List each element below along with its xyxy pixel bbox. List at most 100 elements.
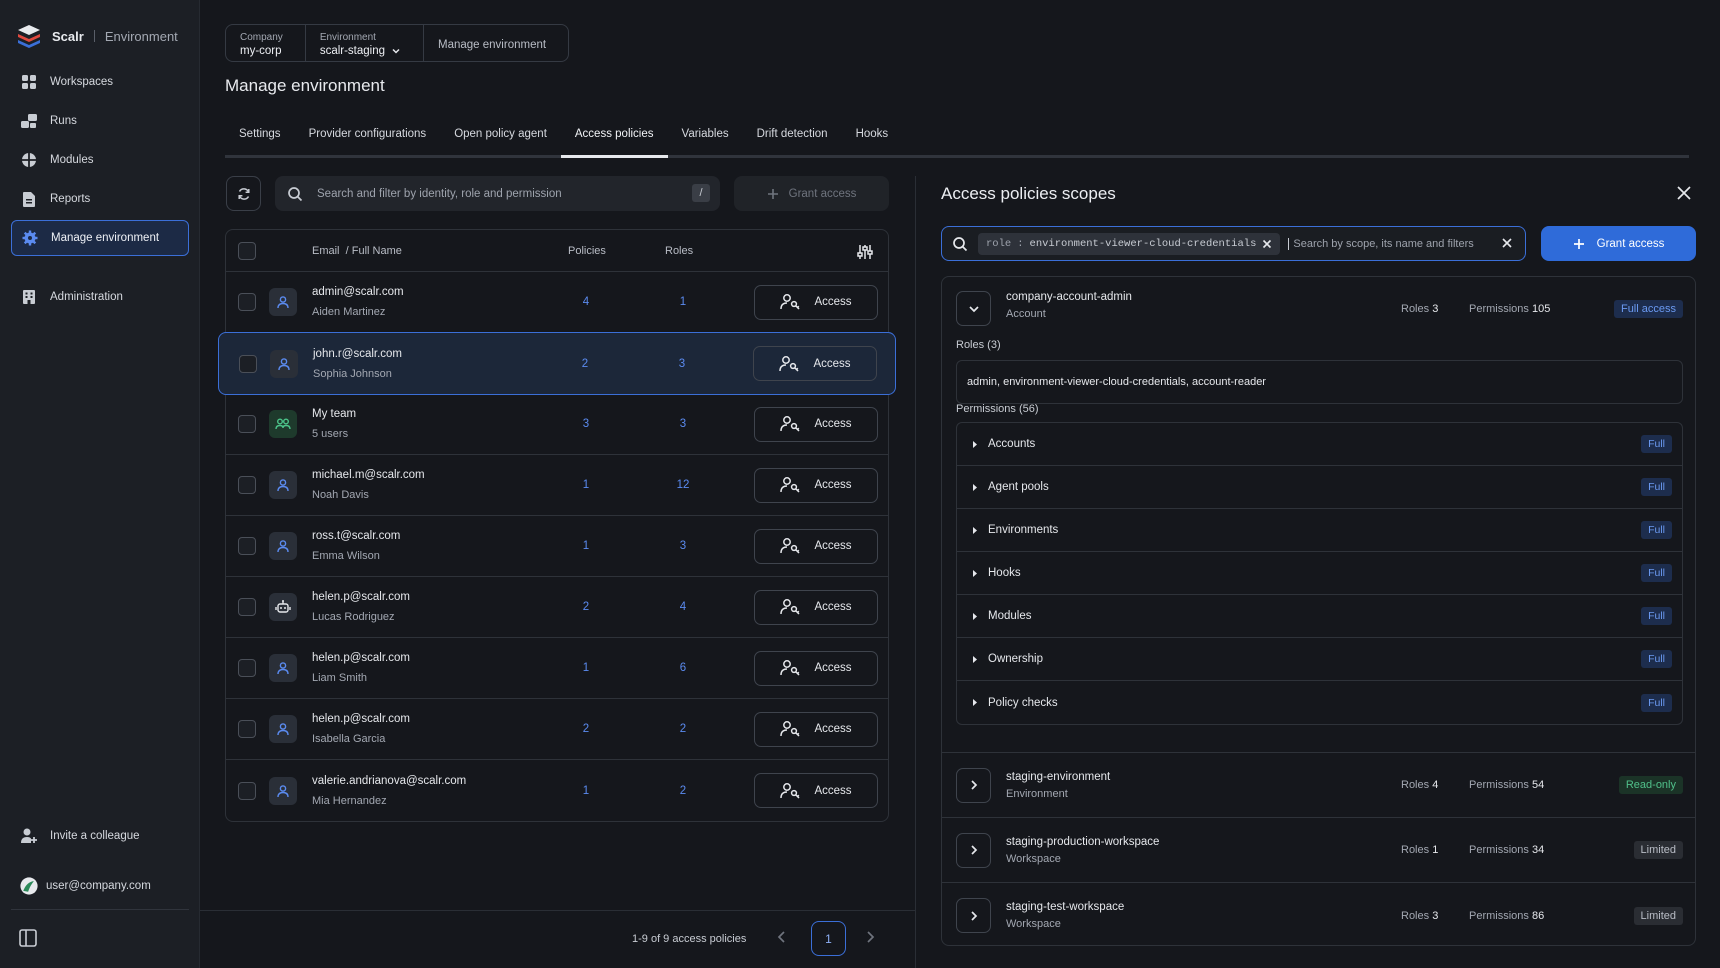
scope-search-input[interactable]: [1288, 237, 1489, 250]
select-all-checkbox[interactable]: [238, 241, 256, 260]
filter-chip[interactable]: role : environment-viewer-cloud-credenti…: [978, 232, 1281, 255]
breadcrumb-environment-selector[interactable]: scalr-staging: [320, 45, 401, 57]
clear-search-icon[interactable]: [1501, 237, 1513, 249]
brand[interactable]: Scalr Environment: [16, 22, 178, 50]
identity-email: valerie.andrianova@scalr.com: [312, 774, 467, 787]
access-button[interactable]: Access: [754, 284, 878, 320]
remove-filter-icon[interactable]: [1262, 239, 1272, 249]
table-row[interactable]: My team 5 users 3 3 Access: [226, 394, 888, 455]
table-row[interactable]: admin@scalr.com Aiden Martinez 4 1 Access: [226, 272, 888, 333]
next-page-icon[interactable]: [864, 930, 876, 944]
scope-name: company-account-admin: [1006, 291, 1132, 303]
grant-access-button-disabled[interactable]: Grant access: [734, 176, 889, 211]
policies-count[interactable]: 2: [571, 601, 601, 613]
tab-access-policies[interactable]: Access policies: [560, 124, 668, 158]
permissions-value: 105: [1531, 303, 1551, 315]
tab-settings[interactable]: Settings: [225, 124, 295, 155]
roles-count[interactable]: 1: [668, 296, 698, 308]
previous-page-icon[interactable]: [776, 930, 788, 944]
page-button-current[interactable]: 1: [811, 921, 846, 956]
collapse-sidebar-icon[interactable]: [18, 928, 38, 948]
table-row[interactable]: helen.p@scalr.com Liam Smith 1 6 Access: [226, 638, 888, 699]
policies-count[interactable]: 2: [571, 723, 601, 735]
policies-count[interactable]: 3: [571, 418, 601, 430]
access-button[interactable]: Access: [754, 406, 878, 442]
sidebar-item-runs[interactable]: Runs: [11, 103, 189, 139]
permission-item[interactable]: Ownership Full: [957, 638, 1682, 681]
access-button[interactable]: Access: [754, 773, 878, 808]
column-settings-icon[interactable]: [856, 243, 874, 261]
sidebar-item-modules[interactable]: Modules: [11, 142, 189, 178]
collapse-scope-button[interactable]: [956, 291, 991, 326]
sidebar-item-administration[interactable]: Administration: [11, 279, 189, 315]
breadcrumb-company[interactable]: Company my-corp: [226, 25, 306, 61]
tab-provider-configurations[interactable]: Provider configurations: [295, 124, 441, 155]
scope-header[interactable]: company-account-admin Account Roles 3 Pe…: [942, 277, 1695, 341]
row-checkbox[interactable]: [238, 415, 256, 433]
scope-row[interactable]: staging-environment Environment Roles 4 Per…: [942, 753, 1695, 818]
sidebar-item-manage-environment[interactable]: Manage environment: [11, 220, 189, 256]
table-row[interactable]: valerie.andrianova@scalr.com Mia Hernande…: [226, 760, 888, 821]
access-button[interactable]: Access: [754, 467, 878, 503]
tab-hooks[interactable]: Hooks: [842, 124, 903, 155]
roles-count[interactable]: 2: [668, 723, 698, 735]
policies-count[interactable]: 2: [570, 358, 600, 370]
permission-item[interactable]: Agent pools Full: [957, 466, 1682, 509]
row-checkbox[interactable]: [238, 476, 256, 494]
access-button[interactable]: Access: [754, 650, 878, 686]
table-row[interactable]: john.r@scalr.com Sophia Johnson 2 3 Access: [218, 332, 896, 395]
policies-count[interactable]: 1: [571, 662, 601, 674]
roles-count[interactable]: 6: [668, 662, 698, 674]
roles-count[interactable]: 3: [668, 418, 698, 430]
row-checkbox[interactable]: [238, 293, 256, 311]
scope-row[interactable]: staging-production-workspace Workspace Rol…: [942, 818, 1695, 883]
column-policies[interactable]: Policies: [568, 245, 606, 257]
tab-variables[interactable]: Variables: [668, 124, 743, 155]
policies-count[interactable]: 1: [571, 785, 601, 797]
refresh-button[interactable]: [226, 176, 261, 211]
expand-scope-button[interactable]: [956, 832, 991, 868]
user-menu[interactable]: user@company.com: [11, 868, 189, 904]
column-roles[interactable]: Roles: [665, 245, 693, 257]
permission-item[interactable]: Environments Full: [957, 509, 1682, 552]
expand-scope-button[interactable]: [956, 767, 991, 803]
row-checkbox[interactable]: [238, 720, 256, 738]
close-icon[interactable]: [1675, 184, 1693, 202]
policies-count[interactable]: 1: [571, 479, 601, 491]
access-button[interactable]: Access: [753, 346, 877, 381]
invite-colleague-button[interactable]: Invite a colleague: [11, 818, 189, 854]
scope-row[interactable]: staging-test-workspace Workspace Roles 3 Pe…: [942, 883, 1695, 948]
policies-count[interactable]: 4: [571, 296, 601, 308]
identity-search-input[interactable]: [317, 187, 677, 200]
table-row[interactable]: helen.p@scalr.com Lucas Rodriguez 2 4 Access: [226, 577, 888, 638]
permission-item[interactable]: Hooks Full: [957, 552, 1682, 595]
roles-count[interactable]: 4: [668, 601, 698, 613]
permission-item[interactable]: Policy checks Full: [957, 681, 1682, 724]
roles-count[interactable]: 3: [667, 358, 697, 370]
access-button[interactable]: Access: [754, 711, 878, 747]
permission-item[interactable]: Modules Full: [957, 595, 1682, 638]
row-checkbox[interactable]: [238, 659, 256, 677]
grant-access-button[interactable]: Grant access: [1541, 226, 1696, 261]
breadcrumb-environment[interactable]: Environment scalr-staging: [306, 25, 425, 61]
sidebar-item-reports[interactable]: Reports: [11, 181, 189, 217]
policies-count[interactable]: 1: [571, 540, 601, 552]
access-button[interactable]: Access: [754, 528, 878, 564]
identity-cell: helen.p@scalr.com Isabella Garcia: [312, 713, 410, 745]
row-checkbox[interactable]: [238, 781, 256, 800]
roles-count[interactable]: 3: [668, 540, 698, 552]
row-checkbox[interactable]: [239, 354, 257, 373]
table-row[interactable]: ross.t@scalr.com Emma Wilson 1 3 Access: [226, 516, 888, 577]
access-button[interactable]: Access: [754, 589, 878, 625]
expand-scope-button[interactable]: [956, 898, 991, 933]
roles-count[interactable]: 12: [668, 479, 698, 491]
permission-item[interactable]: Accounts Full: [957, 423, 1682, 466]
tab-drift-detection[interactable]: Drift detection: [743, 124, 842, 155]
row-checkbox[interactable]: [238, 598, 256, 616]
roles-count[interactable]: 2: [668, 785, 698, 797]
table-row[interactable]: michael.m@scalr.com Noah Davis 1 12 Access: [226, 455, 888, 516]
tab-open-policy-agent[interactable]: Open policy agent: [440, 124, 561, 155]
row-checkbox[interactable]: [238, 537, 256, 555]
table-row[interactable]: helen.p@scalr.com Isabella Garcia 2 2 Access: [226, 699, 888, 760]
sidebar-item-workspaces[interactable]: Workspaces: [11, 64, 189, 100]
